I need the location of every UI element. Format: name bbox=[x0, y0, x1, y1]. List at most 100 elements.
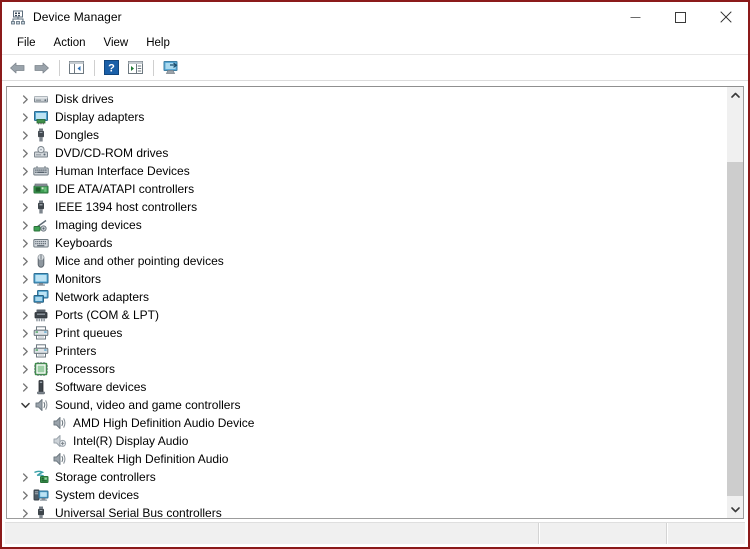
tree-item[interactable]: Print queues bbox=[7, 324, 726, 342]
monitor-icon bbox=[33, 271, 49, 287]
tree-item[interactable]: Keyboards bbox=[7, 234, 726, 252]
usb-controller-icon bbox=[33, 505, 49, 518]
tree-item[interactable]: AMD High Definition Audio Device bbox=[7, 414, 726, 432]
scrollbar-track-upper[interactable] bbox=[727, 104, 743, 162]
tree-item-label: IEEE 1394 host controllers bbox=[55, 200, 198, 214]
storage-controller-icon bbox=[33, 469, 49, 485]
keyboard-icon bbox=[33, 235, 49, 251]
tree-item[interactable]: Printers bbox=[7, 342, 726, 360]
chevron-right-icon[interactable] bbox=[17, 378, 33, 396]
chevron-right-icon[interactable] bbox=[17, 108, 33, 126]
tree-item-label: Dongles bbox=[55, 128, 100, 142]
toolbar: ? bbox=[2, 55, 748, 81]
tree-item-label: AMD High Definition Audio Device bbox=[73, 416, 255, 430]
processor-icon bbox=[33, 361, 49, 377]
menu-item-help[interactable]: Help bbox=[137, 34, 179, 52]
tree-item-label: Universal Serial Bus controllers bbox=[55, 506, 222, 518]
show-hide-console-tree-button[interactable] bbox=[65, 57, 88, 79]
tree-item[interactable]: Mice and other pointing devices bbox=[7, 252, 726, 270]
tree-item-label: Realtek High Definition Audio bbox=[73, 452, 229, 466]
menu-item-action[interactable]: Action bbox=[45, 34, 95, 52]
tree-item-label: Disk drives bbox=[55, 92, 114, 106]
disk-drive-icon bbox=[33, 91, 49, 107]
tree-item-label: Sound, video and game controllers bbox=[55, 398, 241, 412]
tree-item[interactable]: IEEE 1394 host controllers bbox=[7, 198, 726, 216]
vertical-scrollbar[interactable] bbox=[726, 87, 743, 518]
tree-item-label: IDE ATA/ATAPI controllers bbox=[55, 182, 195, 196]
chevron-right-icon[interactable] bbox=[17, 360, 33, 378]
speaker-muted-icon bbox=[51, 433, 67, 449]
scrollbar-up-button[interactable] bbox=[727, 87, 743, 104]
help-button[interactable]: ? bbox=[100, 57, 123, 79]
tree-item[interactable]: Disk drives bbox=[7, 90, 726, 108]
scrollbar-down-button[interactable] bbox=[727, 501, 743, 518]
scrollbar-thumb[interactable] bbox=[727, 162, 743, 496]
port-icon bbox=[33, 307, 49, 323]
menu-item-view[interactable]: View bbox=[95, 34, 138, 52]
chevron-right-icon[interactable] bbox=[17, 252, 33, 270]
firewire-icon bbox=[33, 199, 49, 215]
chevron-right-icon[interactable] bbox=[17, 126, 33, 144]
tree-item[interactable]: Universal Serial Bus controllers bbox=[7, 504, 726, 518]
window-controls bbox=[613, 2, 748, 32]
tree-item[interactable]: DVD/CD-ROM drives bbox=[7, 144, 726, 162]
tree-item[interactable]: Monitors bbox=[7, 270, 726, 288]
chevron-right-icon[interactable] bbox=[17, 90, 33, 108]
chevron-right-icon[interactable] bbox=[17, 144, 33, 162]
chevron-right-icon[interactable] bbox=[17, 234, 33, 252]
tree-item[interactable]: IDE ATA/ATAPI controllers bbox=[7, 180, 726, 198]
tree-item[interactable]: Storage controllers bbox=[7, 468, 726, 486]
tree-item-label: Display adapters bbox=[55, 110, 145, 124]
tree-item-label: Processors bbox=[55, 362, 116, 376]
chevron-right-icon[interactable] bbox=[17, 342, 33, 360]
tree-item[interactable]: Network adapters bbox=[7, 288, 726, 306]
properties-button[interactable] bbox=[124, 57, 147, 79]
tree-item[interactable]: Ports (COM & LPT) bbox=[7, 306, 726, 324]
system-device-icon bbox=[33, 487, 49, 503]
chevron-right-icon[interactable] bbox=[17, 216, 33, 234]
chevron-right-icon[interactable] bbox=[17, 180, 33, 198]
status-pane-tertiary bbox=[667, 523, 745, 544]
chevron-right-icon[interactable] bbox=[17, 198, 33, 216]
tree-item-label: Mice and other pointing devices bbox=[55, 254, 224, 268]
chevron-right-icon[interactable] bbox=[17, 270, 33, 288]
chevron-right-icon[interactable] bbox=[17, 162, 33, 180]
tree-item-label: Imaging devices bbox=[55, 218, 142, 232]
back-button[interactable] bbox=[6, 57, 29, 79]
forward-button[interactable] bbox=[30, 57, 53, 79]
menu-bar: File Action View Help bbox=[2, 32, 748, 55]
tree-item-label: Human Interface Devices bbox=[55, 164, 190, 178]
close-button[interactable] bbox=[703, 2, 748, 32]
chevron-right-icon[interactable] bbox=[17, 486, 33, 504]
network-adapter-icon bbox=[33, 289, 49, 305]
maximize-button[interactable] bbox=[658, 2, 703, 32]
tree-item[interactable]: Sound, video and game controllers bbox=[7, 396, 726, 414]
chevron-right-icon[interactable] bbox=[17, 306, 33, 324]
tree-item[interactable]: Intel(R) Display Audio bbox=[7, 432, 726, 450]
chevron-right-icon[interactable] bbox=[17, 288, 33, 306]
tree-item[interactable]: Software devices bbox=[7, 378, 726, 396]
tree-item[interactable]: Imaging devices bbox=[7, 216, 726, 234]
minimize-button[interactable] bbox=[613, 2, 658, 32]
scan-hardware-changes-button[interactable] bbox=[159, 57, 182, 79]
tree-item[interactable]: Human Interface Devices bbox=[7, 162, 726, 180]
menu-item-file[interactable]: File bbox=[8, 34, 45, 52]
speaker-icon bbox=[51, 415, 67, 431]
tree-item[interactable]: Processors bbox=[7, 360, 726, 378]
chevron-down-icon[interactable] bbox=[17, 396, 33, 414]
speaker-icon bbox=[33, 397, 49, 413]
tree-item[interactable]: Dongles bbox=[7, 126, 726, 144]
imaging-device-icon bbox=[33, 217, 49, 233]
chevron-right-icon[interactable] bbox=[17, 468, 33, 486]
device-tree[interactable]: Disk drives Display adapters Dongles DVD/CD… bbox=[7, 87, 726, 518]
tree-item[interactable]: System devices bbox=[7, 486, 726, 504]
chevron-right-icon[interactable] bbox=[17, 324, 33, 342]
tree-item-label: Print queues bbox=[55, 326, 123, 340]
toolbar-separator bbox=[153, 59, 154, 76]
mouse-icon bbox=[33, 253, 49, 269]
tree-item[interactable]: Realtek High Definition Audio bbox=[7, 450, 726, 468]
tree-item[interactable]: Display adapters bbox=[7, 108, 726, 126]
hid-keyboard-icon bbox=[33, 163, 49, 179]
chevron-right-icon[interactable] bbox=[17, 504, 33, 518]
status-pane-secondary bbox=[539, 523, 667, 544]
